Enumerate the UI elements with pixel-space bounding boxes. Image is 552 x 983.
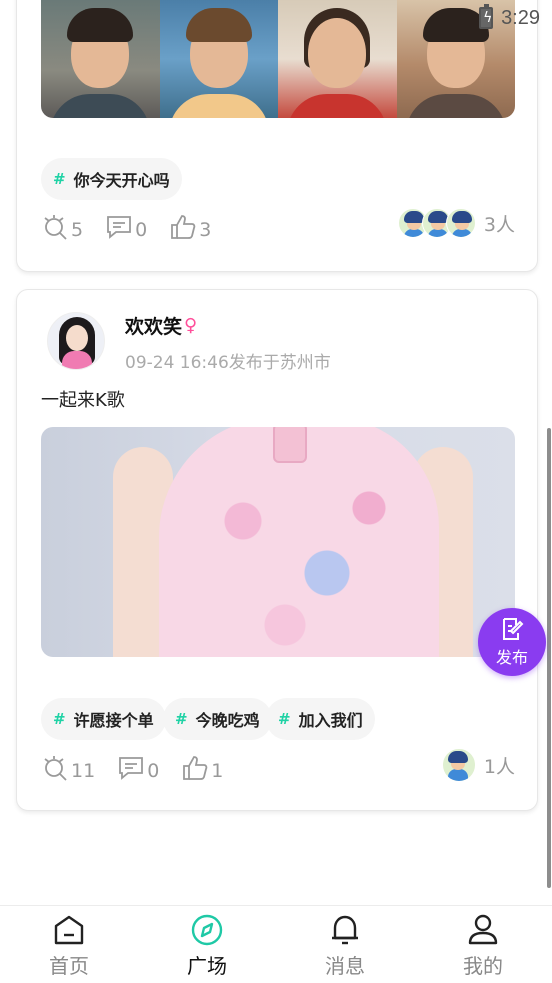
hash-icon: #: [278, 710, 291, 728]
like-button[interactable]: 1: [181, 754, 223, 782]
female-icon: ♀: [184, 315, 198, 336]
comment-icon: [107, 216, 131, 239]
post-text: 一起来K歌: [41, 390, 125, 411]
tab-messages-label: 消息: [325, 954, 365, 978]
comment-button[interactable]: 0: [117, 754, 159, 782]
thumbs-up-icon: [183, 756, 208, 780]
topic-tag-label: 许愿接个单: [73, 711, 154, 730]
post-actions: 5 0 3: [41, 213, 211, 241]
tab-profile[interactable]: 我的: [414, 906, 552, 983]
comment-count: 0: [147, 760, 160, 782]
post-card[interactable]: 欢欢笑 ♀ 09-24 16:46发布于苏州市 一起来K歌 # 许愿接个单 # …: [16, 289, 538, 811]
tab-square-label: 广场: [187, 954, 227, 978]
like-button[interactable]: 3: [169, 213, 211, 241]
topic-tag[interactable]: # 加入我们: [266, 698, 375, 740]
tab-square[interactable]: 广场: [138, 906, 276, 983]
hash-icon: #: [175, 710, 188, 728]
username-text: 欢欢笑: [125, 316, 183, 338]
topic-tag[interactable]: # 你今天开心吗: [41, 158, 182, 200]
tab-profile-label: 我的: [463, 954, 503, 978]
view-count-button[interactable]: 5: [41, 213, 83, 241]
tab-home-label: 首页: [49, 954, 89, 978]
view-icon: [44, 756, 67, 781]
post-photo-strip[interactable]: [41, 0, 515, 118]
tab-messages[interactable]: 消息: [276, 906, 414, 983]
joined-users[interactable]: 1人: [441, 748, 515, 782]
view-count-button[interactable]: 11: [41, 754, 95, 782]
view-icon: [44, 215, 67, 240]
status-time: 3:29: [501, 6, 540, 29]
app-screen: ϟ 3:29 # 你今天开心吗 5 0 3 3人 欢欢笑 ♀ 09-24 16:…: [0, 0, 552, 983]
comment-count: 0: [135, 219, 148, 241]
home-icon: [54, 915, 84, 945]
comment-button[interactable]: 0: [105, 213, 147, 241]
publish-button[interactable]: 发布: [478, 608, 546, 676]
post-photo[interactable]: [41, 427, 515, 657]
topic-tag[interactable]: # 许愿接个单: [41, 698, 166, 740]
topic-tag[interactable]: # 今晚吃鸡: [163, 698, 272, 740]
comment-icon: [119, 757, 144, 780]
post-photo[interactable]: [41, 0, 160, 118]
user-avatar[interactable]: [47, 312, 105, 370]
joined-avatars: [397, 208, 476, 238]
tab-home[interactable]: 首页: [0, 906, 138, 983]
post-card[interactable]: # 你今天开心吗 5 0 3 3人: [16, 0, 538, 272]
post-meta: 09-24 16:46发布于苏州市: [125, 353, 331, 373]
post-photo[interactable]: [159, 0, 278, 118]
publish-label: 发布: [495, 648, 528, 667]
avatar: [445, 208, 476, 238]
post-actions: 11 0 1: [41, 754, 223, 782]
joined-users[interactable]: 3人: [397, 208, 515, 238]
view-count: 11: [71, 760, 96, 782]
hash-icon: #: [53, 170, 66, 188]
battery-icon: ϟ: [479, 4, 494, 29]
topic-tag-label: 今晚吃鸡: [195, 711, 260, 730]
post-photo[interactable]: [278, 0, 397, 118]
avatar: [441, 748, 476, 782]
thumbs-up-icon: [171, 215, 196, 239]
status-bar: ϟ 3:29: [479, 4, 540, 32]
like-count: 1: [211, 760, 224, 782]
user-icon: [468, 914, 498, 945]
username[interactable]: 欢欢笑 ♀: [125, 312, 197, 339]
bottom-tab-bar: 首页 广场 消息 我的: [0, 905, 552, 983]
topic-tag-label: 你今天开心吗: [73, 171, 170, 190]
joined-count: 3人: [483, 213, 515, 236]
scrollbar[interactable]: [547, 428, 551, 888]
compass-icon: [191, 914, 223, 946]
topic-tag-label: 加入我们: [298, 711, 363, 730]
hash-icon: #: [53, 710, 66, 728]
like-count: 3: [199, 219, 212, 241]
edit-note-icon: [503, 618, 524, 640]
joined-avatars: [441, 748, 476, 782]
joined-count: 1人: [483, 755, 515, 778]
view-count: 5: [71, 219, 84, 241]
bell-icon: [332, 915, 358, 945]
